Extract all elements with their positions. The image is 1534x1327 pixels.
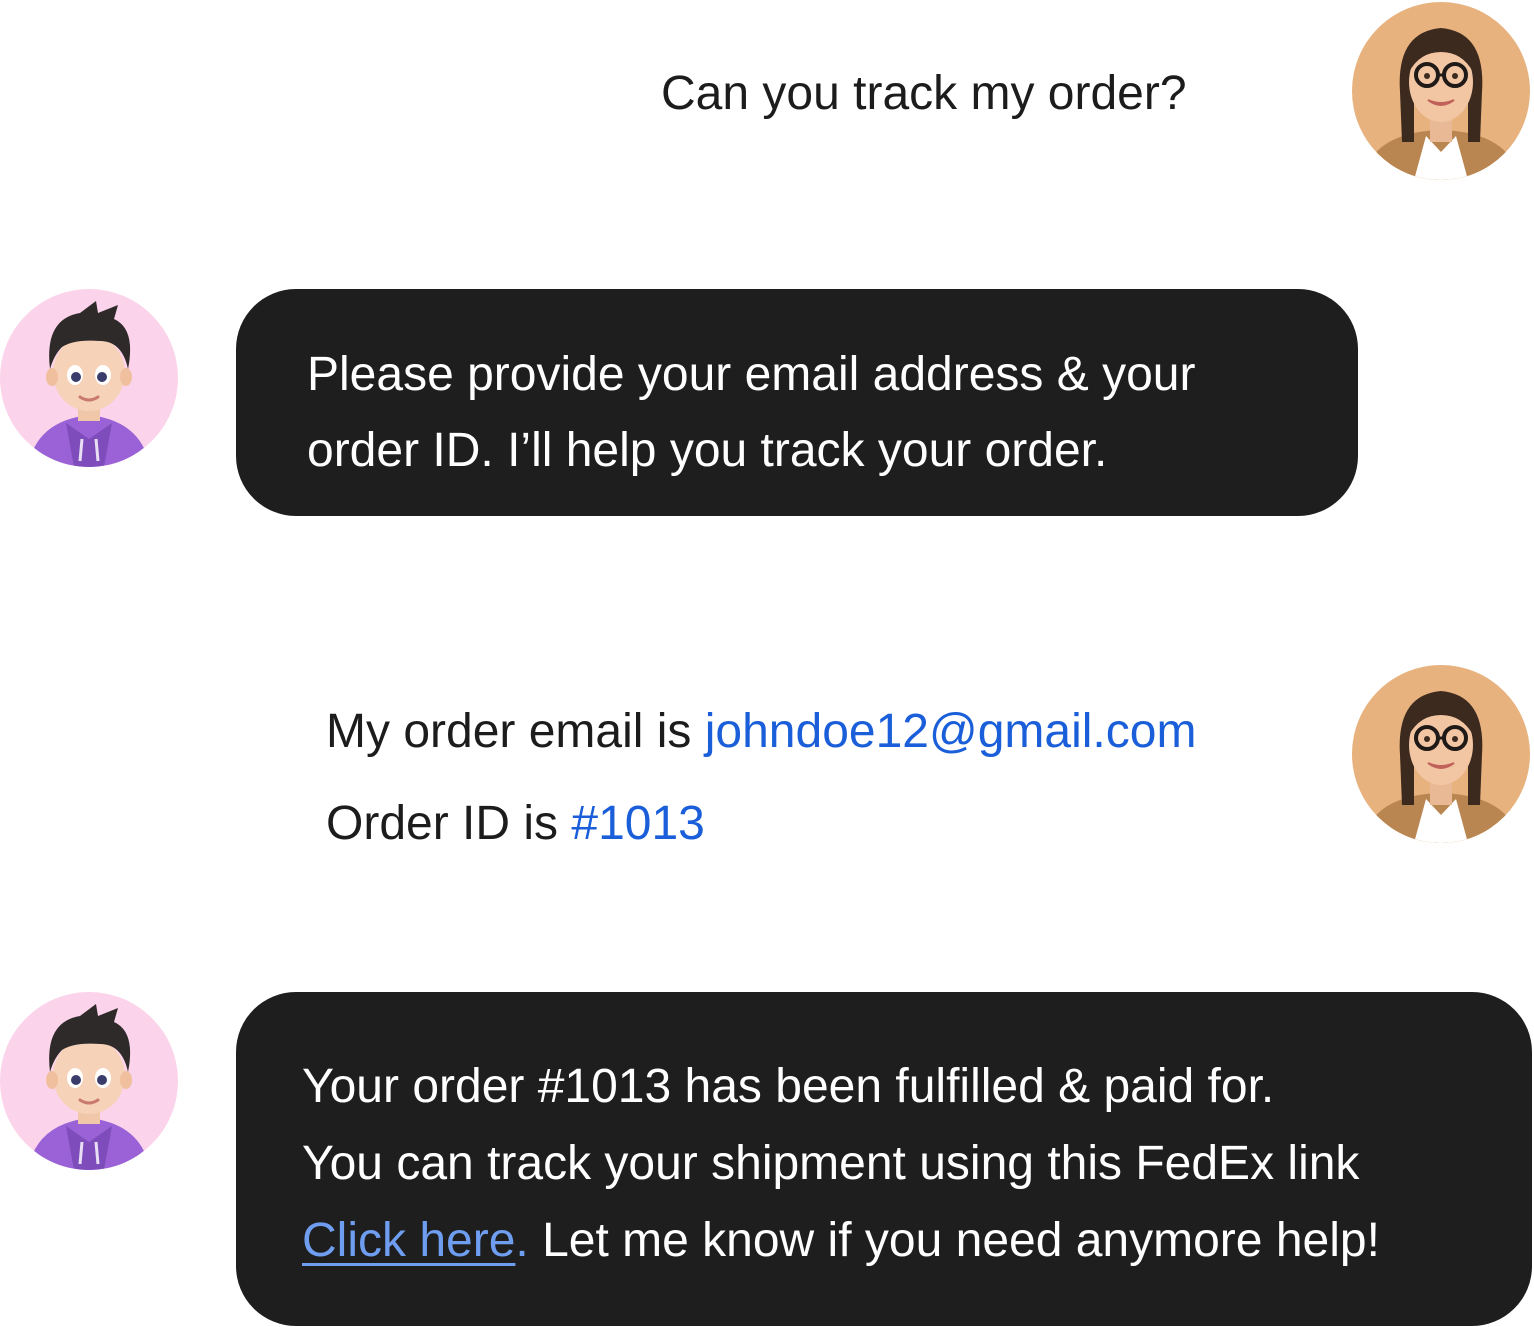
user-avatar-icon	[1352, 2, 1530, 180]
bot-message-line: You can track your shipment using this F…	[302, 1137, 1360, 1190]
order-id-value: #1013	[571, 797, 705, 850]
bot-avatar-icon	[0, 289, 178, 467]
link-period: .	[515, 1214, 529, 1267]
user-avatar-icon	[1352, 665, 1530, 843]
bot-message-1: Please provide your email address & your…	[236, 289, 1358, 516]
order-id-line: Order ID is #1013	[326, 778, 1196, 870]
user-message-2: My order email is johndoe12@gmail.com Or…	[326, 686, 1196, 870]
bot-message-2: Your order #1013 has been fulfilled & pa…	[236, 992, 1532, 1326]
bot-avatar-icon	[0, 992, 178, 1170]
bot-message-line: order ID. I’ll help you track your order…	[307, 424, 1108, 477]
bot-message-line: Your order #1013 has been fulfilled & pa…	[302, 1060, 1275, 1113]
bot-message-line: Please provide your email address & your	[307, 348, 1196, 401]
email-address[interactable]: johndoe12@gmail.com	[705, 705, 1197, 758]
bot-message-line: Click here. Let me know if you need anym…	[302, 1202, 1532, 1279]
user-message-1: Can you track my order?	[661, 67, 1187, 120]
email-prefix: My order email is	[326, 705, 705, 758]
order-id-prefix: Order ID is	[326, 797, 572, 850]
help-text: Let me know if you need anymore help!	[528, 1214, 1380, 1267]
email-line: My order email is johndoe12@gmail.com	[326, 686, 1196, 778]
tracking-link[interactable]: Click here	[302, 1214, 515, 1267]
